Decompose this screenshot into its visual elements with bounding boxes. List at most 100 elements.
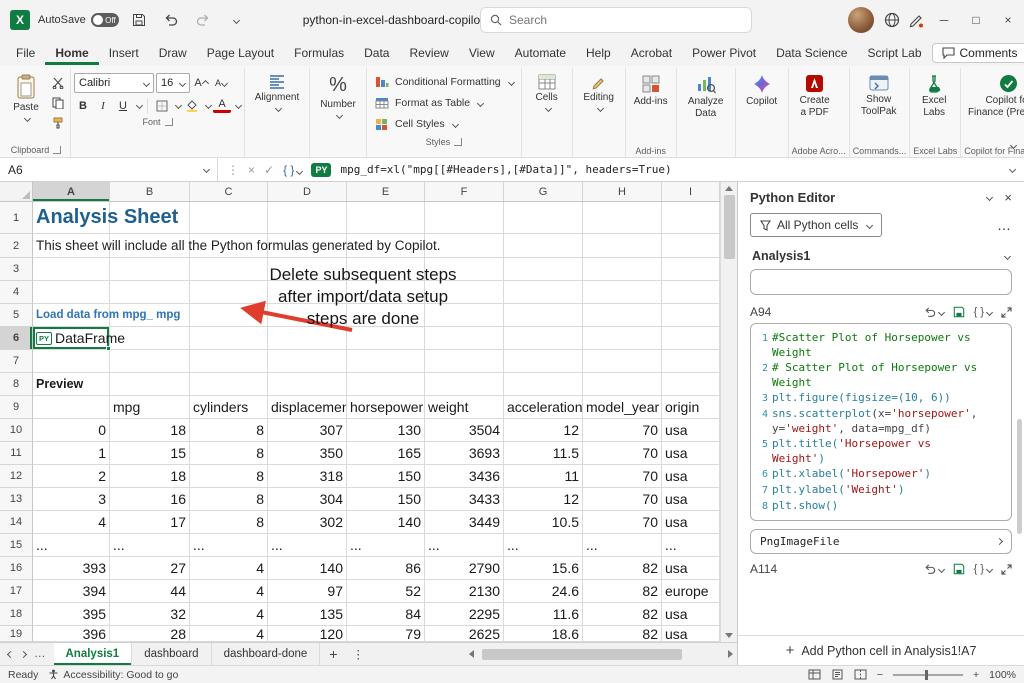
prev-sheet-icon[interactable] [7, 650, 14, 657]
styles-dialog-launcher[interactable] [454, 138, 462, 146]
cell-c13[interactable]: 8 [190, 488, 268, 511]
cell-f19[interactable]: 2625 [425, 626, 504, 642]
cell-a4[interactable] [33, 281, 110, 304]
italic-button[interactable]: I [94, 97, 112, 114]
code-line[interactable]: 1#Scatter Plot of Horsepower vs Weight [756, 330, 1006, 360]
cell-f1[interactable] [425, 202, 504, 234]
cell-i19[interactable]: usa [662, 626, 720, 642]
python-cell-a114-header[interactable]: A114 { } [750, 562, 1012, 576]
vertical-scroll-thumb[interactable] [724, 195, 735, 259]
cell-e18[interactable]: 84 [347, 603, 425, 626]
addins-button[interactable]: Add-ins [629, 70, 673, 144]
ribbon-tab-script-lab[interactable]: Script Lab [857, 42, 931, 65]
cell-f9[interactable]: weight [425, 396, 504, 419]
alignment-button[interactable]: Alignment [248, 70, 306, 157]
search-bar[interactable] [480, 7, 752, 33]
horizontal-scrollbar[interactable] [465, 643, 737, 665]
ribbon-tab-page-layout[interactable]: Page Layout [197, 42, 284, 65]
cell-c11[interactable]: 8 [190, 442, 268, 465]
row-header-5[interactable]: 5 [0, 304, 33, 327]
borders-button[interactable] [153, 97, 171, 114]
cell-c7[interactable] [190, 350, 268, 373]
cell-braces-icon[interactable]: { } [974, 306, 992, 318]
cell-d15[interactable]: ... [268, 534, 347, 557]
column-header-a[interactable]: A [33, 182, 110, 201]
cell-i17[interactable]: europe [662, 580, 720, 603]
row-header-9[interactable]: 9 [0, 396, 33, 419]
minimize-button[interactable]: ─ [928, 0, 960, 40]
ribbon-tab-data-science[interactable]: Data Science [766, 42, 857, 65]
row-header-11[interactable]: 11 [0, 442, 33, 465]
cell-e10[interactable]: 130 [347, 419, 425, 442]
cell-d1[interactable] [268, 202, 347, 234]
excel-labs-button[interactable]: Excel Labs [913, 70, 955, 144]
cut-button[interactable] [49, 74, 67, 91]
zoom-out-button[interactable]: − [877, 669, 883, 681]
presence-globe-icon[interactable] [880, 7, 904, 33]
cell-g1[interactable] [504, 202, 583, 234]
ribbon-tab-view[interactable]: View [459, 42, 505, 65]
code-line[interactable]: 7plt.ylabel('Weight') [756, 482, 1006, 498]
cell-i9[interactable]: origin [662, 396, 720, 419]
python-cell-a94-header[interactable]: A94 { } [750, 305, 1012, 319]
cell-d8[interactable] [268, 373, 347, 396]
zoom-in-button[interactable]: + [973, 669, 979, 681]
cell-a16[interactable]: 393 [33, 557, 110, 580]
row-header-18[interactable]: 18 [0, 603, 33, 626]
cell-h12[interactable]: 70 [583, 465, 662, 488]
cell-g13[interactable]: 12 [504, 488, 583, 511]
cell-i12[interactable]: usa [662, 465, 720, 488]
select-all-corner[interactable] [0, 182, 33, 201]
user-avatar[interactable] [848, 7, 874, 33]
cell-h9[interactable]: model_year [583, 396, 662, 419]
cell-f15[interactable]: ... [425, 534, 504, 557]
cell-b14[interactable]: 17 [110, 511, 190, 534]
cell-f12[interactable]: 3436 [425, 465, 504, 488]
formula-input[interactable]: mpg_df=xl("mpg[[#Headers],[#Data]]", hea… [340, 158, 998, 181]
sheet-options-icon[interactable]: ⋮ [347, 643, 371, 665]
cell-d14[interactable]: 302 [268, 511, 347, 534]
cell-b16[interactable]: 27 [110, 557, 190, 580]
zoom-slider[interactable] [893, 674, 963, 676]
cell-undo-icon[interactable] [924, 307, 944, 318]
cell-i18[interactable]: usa [662, 603, 720, 626]
cell-i11[interactable]: usa [662, 442, 720, 465]
cell-h14[interactable]: 70 [583, 511, 662, 534]
autosave-toggle[interactable]: AutoSave Off [38, 13, 119, 27]
ribbon-tab-draw[interactable]: Draw [149, 42, 197, 65]
cell-h11[interactable]: 70 [583, 442, 662, 465]
row-header-16[interactable]: 16 [0, 557, 33, 580]
row-header-15[interactable]: 15 [0, 534, 33, 557]
code-line[interactable]: 2# Scatter Plot of Horsepower vs Weight [756, 360, 1006, 390]
cell-b7[interactable] [110, 350, 190, 373]
cell-b11[interactable]: 15 [110, 442, 190, 465]
python-cell-partial[interactable] [750, 269, 1012, 295]
collapse-ribbon-button[interactable] [1008, 137, 1016, 151]
cell-h6[interactable] [583, 327, 662, 350]
cell-b19[interactable]: 28 [110, 626, 190, 642]
cell-save-icon[interactable] [953, 563, 965, 575]
cell-e8[interactable] [347, 373, 425, 396]
panel-more-options-icon[interactable]: … [997, 217, 1012, 233]
cell-g3[interactable] [504, 258, 583, 281]
cell-b4[interactable] [110, 281, 190, 304]
cell-i16[interactable]: usa [662, 557, 720, 580]
cell-c6[interactable] [190, 327, 268, 350]
sheet-tab-dashboard[interactable]: dashboard [132, 643, 211, 665]
cell-a12[interactable]: 2 [33, 465, 110, 488]
copilot-finance-button[interactable]: Copilot for Finance (Preview) [964, 70, 1024, 144]
quick-access-menu-button[interactable] [223, 7, 247, 33]
cell-g18[interactable]: 11.6 [504, 603, 583, 626]
cell-d7[interactable] [268, 350, 347, 373]
cell-a18[interactable]: 395 [33, 603, 110, 626]
cell-f17[interactable]: 2130 [425, 580, 504, 603]
cell-e19[interactable]: 79 [347, 626, 425, 642]
cell-e17[interactable]: 52 [347, 580, 425, 603]
cell-h8[interactable] [583, 373, 662, 396]
cell-a3[interactable] [33, 258, 110, 281]
cell-f6[interactable] [425, 327, 504, 350]
column-header-g[interactable]: G [504, 182, 583, 201]
cancel-entry-icon[interactable]: × [248, 163, 255, 177]
font-size-select[interactable]: 16 [156, 73, 190, 93]
cell-d13[interactable]: 304 [268, 488, 347, 511]
